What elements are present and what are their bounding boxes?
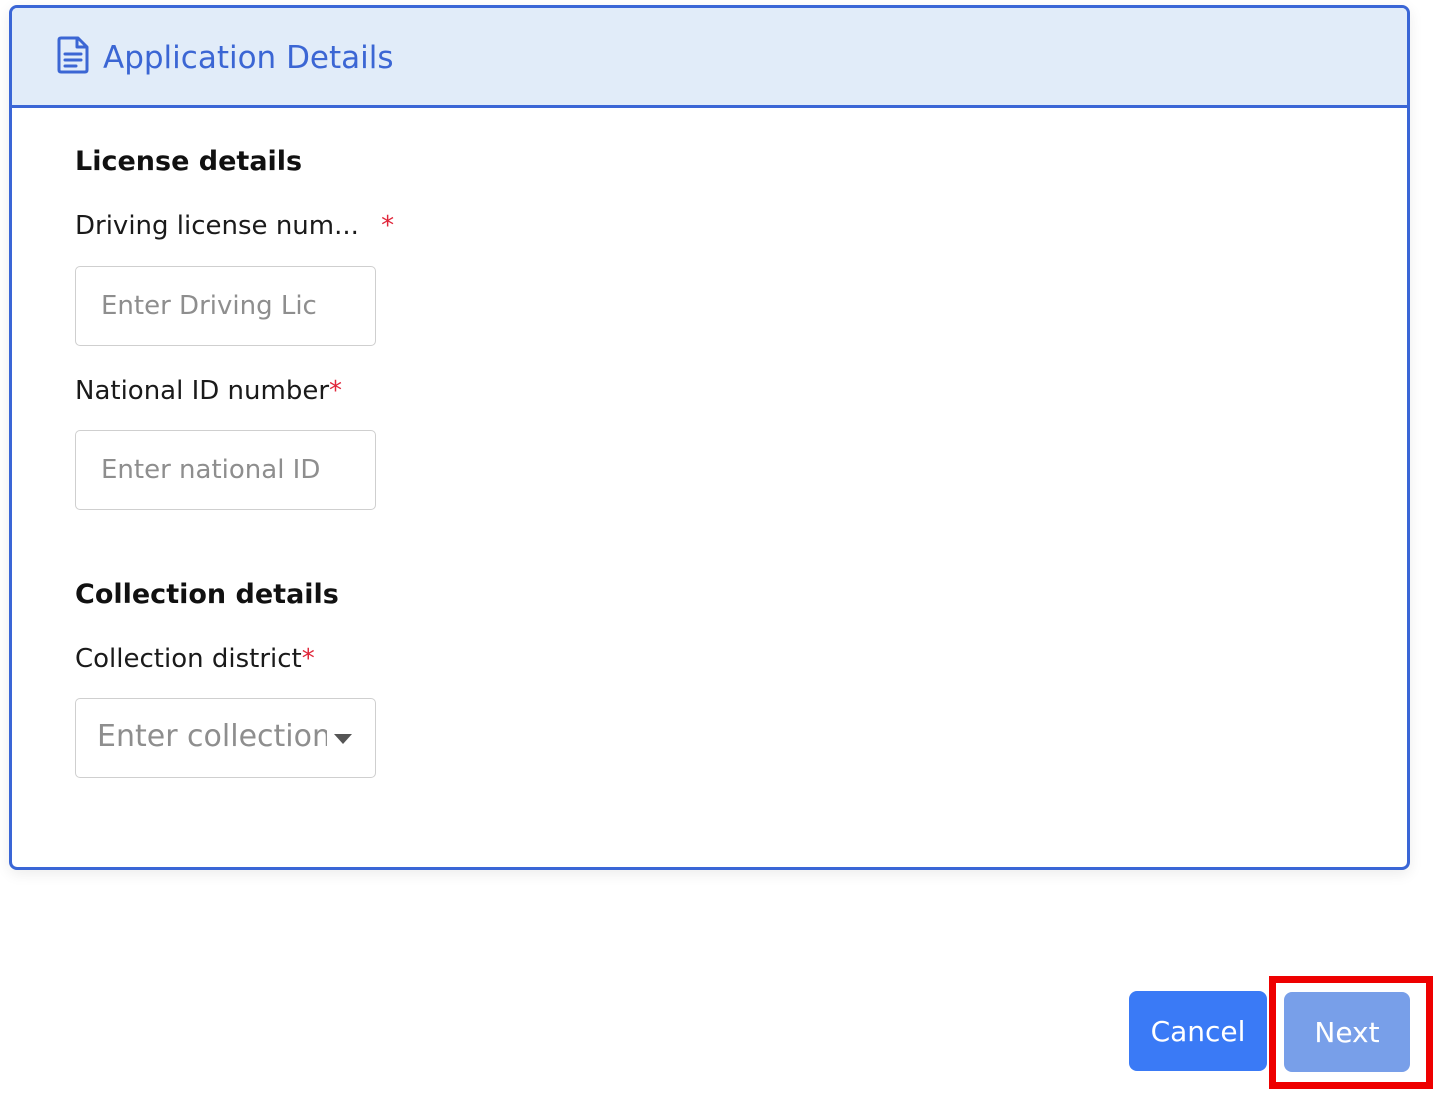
required-asterisk: * xyxy=(381,211,395,241)
required-asterisk: * xyxy=(301,644,315,674)
document-icon xyxy=(57,36,89,74)
card-header: Application Details xyxy=(12,8,1407,108)
required-asterisk: * xyxy=(329,376,343,406)
driving-license-input[interactable] xyxy=(75,266,376,346)
collection-district-label-text: Collection district xyxy=(75,644,302,674)
application-details-card: Application Details License details Driv… xyxy=(9,5,1410,870)
collection-district-placeholder: Enter collection district xyxy=(97,719,327,754)
collection-details-heading: Collection details xyxy=(75,579,339,610)
cancel-button[interactable]: Cancel xyxy=(1129,991,1267,1071)
next-button-highlight xyxy=(1269,976,1433,1089)
license-details-heading: License details xyxy=(75,146,303,177)
collection-district-select[interactable]: Enter collection district xyxy=(75,698,376,778)
page-title: Application Details xyxy=(103,40,394,76)
national-id-input[interactable] xyxy=(75,430,376,510)
driving-license-label-text: Driving license num... xyxy=(75,211,359,241)
collection-district-label: Collection district* xyxy=(75,644,315,674)
national-id-label-text: National ID number xyxy=(75,376,330,406)
national-id-label: National ID number* xyxy=(75,376,342,406)
driving-license-label: Driving license num... * xyxy=(75,211,394,241)
caret-down-icon xyxy=(334,734,352,744)
